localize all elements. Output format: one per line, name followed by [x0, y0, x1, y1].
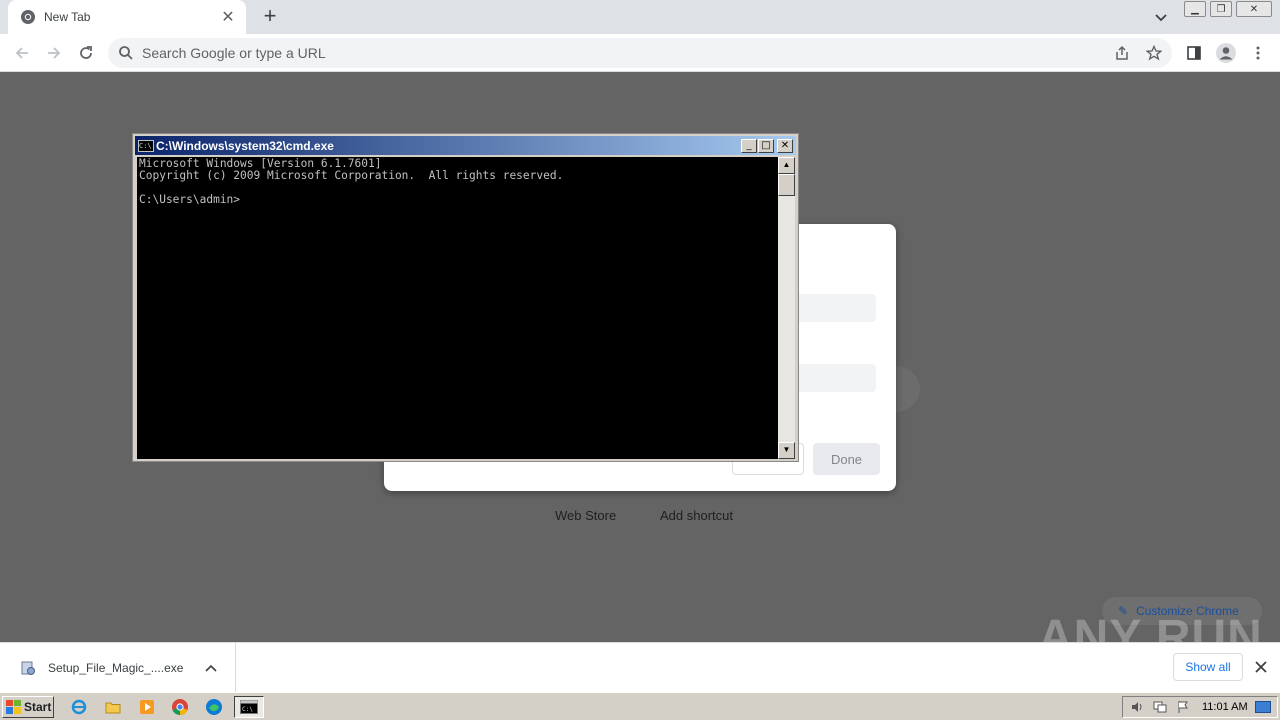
close-icon[interactable]	[1252, 658, 1270, 676]
cmd-close-button[interactable]: ✕	[777, 138, 793, 153]
download-bar: Setup_File_Magic_....exe Show all	[0, 642, 1280, 693]
bookmark-button[interactable]	[1142, 41, 1166, 65]
share-button[interactable]	[1110, 41, 1134, 65]
scroll-up-icon[interactable]: ▲	[778, 157, 795, 174]
start-button[interactable]: Start	[2, 696, 54, 718]
taskbar: Start C:\ 11:01 AM	[0, 692, 1280, 720]
reload-icon	[80, 46, 92, 59]
action-center-flag-icon[interactable]	[1174, 699, 1192, 715]
cmd-window: C:\ C:\Windows\system32\cmd.exe _ □ ✕ Mi…	[132, 133, 799, 462]
scrollbar-thumb[interactable]	[778, 174, 795, 196]
tab-strip: New Tab ✕ + ▁ ❐ ✕	[0, 0, 1280, 34]
done-button[interactable]: Done	[813, 443, 880, 475]
omnibox[interactable]: Search Google or type a URL	[108, 38, 1172, 68]
scroll-down-icon[interactable]: ▼	[778, 442, 795, 459]
show-desktop-icon[interactable]	[1254, 699, 1272, 715]
volume-icon[interactable]	[1128, 699, 1146, 715]
tab-title: New Tab	[44, 10, 91, 24]
chevron-up-icon[interactable]	[203, 660, 219, 676]
kebab-menu-icon	[1256, 46, 1260, 60]
forward-button[interactable]	[42, 41, 66, 65]
console-prompt: C:\Users\admin>	[139, 193, 241, 206]
taskbar-clock[interactable]: 11:01 AM	[1202, 701, 1254, 713]
close-window-button[interactable]: ✕	[1236, 1, 1272, 17]
star-icon	[1146, 45, 1162, 61]
installer-file-icon	[21, 661, 35, 675]
omnibox-placeholder: Search Google or type a URL	[142, 45, 326, 61]
cmd-titlebar[interactable]: C:\ C:\Windows\system32\cmd.exe _ □ ✕	[135, 136, 796, 155]
new-tab-button[interactable]: +	[258, 5, 282, 29]
chevron-down-icon[interactable]	[1150, 6, 1172, 28]
menu-button[interactable]	[1246, 41, 1270, 65]
chrome-icon	[21, 10, 35, 24]
folder-icon[interactable]	[102, 697, 124, 717]
console-line: Copyright (c) 2009 Microsoft Corporation…	[139, 169, 564, 182]
side-panel-button[interactable]	[1182, 41, 1206, 65]
close-tab-icon[interactable]: ✕	[220, 9, 236, 26]
cmd-taskbar-button[interactable]: C:\	[234, 696, 264, 718]
arrow-left-icon	[15, 47, 28, 59]
reload-button[interactable]	[74, 41, 98, 65]
download-item[interactable]: Setup_File_Magic_....exe	[0, 643, 236, 693]
tab-new-tab[interactable]: New Tab ✕	[8, 0, 246, 34]
add-shortcut-link[interactable]: Add shortcut	[660, 508, 733, 523]
cmd-scrollbar[interactable]: ▲ ▼	[778, 157, 795, 459]
windows-flag-icon	[6, 700, 21, 714]
download-filename: Setup_File_Magic_....exe	[48, 661, 184, 675]
arrow-right-icon	[48, 47, 61, 59]
share-icon	[1116, 45, 1128, 60]
show-all-button[interactable]: Show all	[1173, 653, 1243, 681]
profile-button[interactable]	[1214, 41, 1238, 65]
avatar-icon	[1216, 43, 1236, 63]
side-panel-icon	[1187, 46, 1201, 60]
search-icon	[119, 46, 133, 60]
network-icon[interactable]	[1151, 699, 1169, 715]
web-store-link[interactable]: Web Store	[555, 508, 616, 523]
browser-toolbar: Search Google or type a URL	[0, 34, 1280, 72]
cmd-maximize-button[interactable]: □	[758, 138, 774, 153]
ie-icon[interactable]	[68, 697, 90, 717]
system-tray: 11:01 AM	[1122, 696, 1278, 718]
cmd-minimize-button[interactable]: _	[741, 138, 757, 153]
restore-window-button[interactable]: ❐	[1210, 1, 1232, 17]
minimize-window-button[interactable]: ▁	[1184, 1, 1206, 17]
chrome-taskbar-icon[interactable]	[169, 697, 191, 717]
cmd-icon: C:\	[240, 700, 258, 714]
cmd-console[interactable]: Microsoft Windows [Version 6.1.7601] Copy…	[137, 157, 778, 459]
svg-text:C:\: C:\	[242, 706, 253, 713]
cmd-icon: C:\	[138, 139, 154, 152]
cmd-title: C:\Windows\system32\cmd.exe	[156, 138, 334, 153]
edge-icon[interactable]	[203, 697, 225, 717]
media-player-icon[interactable]	[136, 697, 158, 717]
start-label: Start	[24, 700, 52, 714]
back-button[interactable]	[10, 41, 34, 65]
